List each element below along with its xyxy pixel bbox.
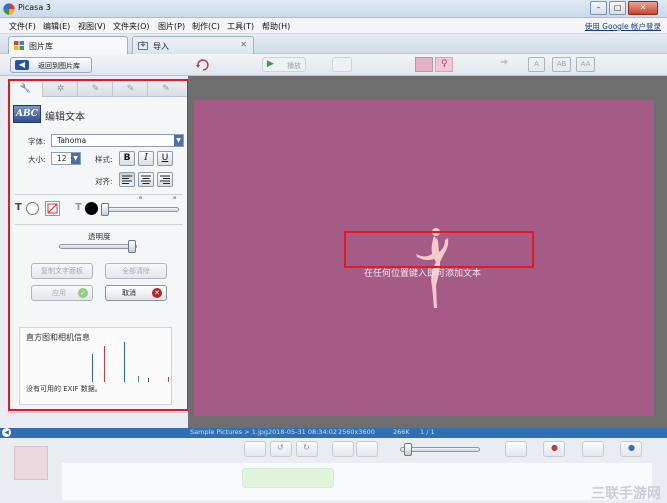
tab-import-label: 导入 [153, 42, 169, 51]
rotate-right-icon: ↻ [303, 443, 310, 452]
zoom-slider[interactable] [400, 447, 480, 452]
menu-file[interactable]: 文件(F) [9, 21, 36, 32]
menu-edit[interactable]: 编辑(E) [43, 21, 70, 32]
slideshow-button[interactable] [332, 57, 352, 72]
play-label: 播放 [287, 62, 301, 70]
back-to-library-label: 返回到图片库 [38, 62, 80, 70]
title-bar: Picasa 3 – □ ✕ [0, 0, 667, 18]
status-file: Sample Pictures > 1.jpg [190, 428, 269, 436]
tab-library-label: 图片库 [29, 42, 53, 51]
menu-tools[interactable]: 工具(T) [227, 21, 254, 32]
highlight-text-box [344, 231, 534, 268]
menu-bar: 文件(F) 编辑(E) 视图(V) 文件夹(O) 图片(P) 制作(C) 工具(… [0, 18, 667, 34]
picasa-logo-icon [3, 3, 15, 15]
tab-import[interactable]: 导入 ✕ [132, 36, 254, 54]
status-dimensions: 2560x3600 [338, 428, 375, 436]
window-title: Picasa 3 [18, 3, 51, 12]
collapse-icon[interactable]: ◀ [2, 428, 11, 437]
info-icon: ● [628, 443, 635, 452]
play-button[interactable]: ▶ 播放 [262, 57, 306, 72]
dancer-thumbnail-icon[interactable]: ♀ [435, 57, 453, 72]
play-icon: ▶ [267, 59, 274, 69]
google-sign-in-link[interactable]: 使用 Google 帐户登录 [585, 21, 661, 32]
view-single-button[interactable]: A [528, 57, 545, 72]
menu-folder[interactable]: 文件夹(O) [113, 21, 150, 32]
status-size: 266K [393, 428, 410, 436]
tray-button-6[interactable] [505, 441, 527, 457]
next-arrow-icon[interactable]: ➜ [500, 57, 508, 72]
tab-library[interactable]: 图片库 [8, 36, 128, 54]
watermark-text: 三联手游网 [591, 486, 661, 502]
menu-help[interactable]: 帮助(H) [262, 21, 290, 32]
tray-button-4[interactable] [332, 441, 354, 457]
import-icon [138, 41, 148, 50]
rotate-left-icon: ↺ [277, 443, 284, 452]
menu-create[interactable]: 制作(C) [192, 21, 220, 32]
tray-button-5[interactable] [356, 441, 378, 457]
map-pin-button[interactable]: ● [543, 441, 565, 457]
back-arrow-icon: ◀ [15, 60, 29, 70]
main-toolbar: ◀ 返回到图片库 ▶ 播放 ♀ ➜ A AB AA [0, 54, 667, 76]
maximize-button[interactable]: □ [609, 1, 626, 15]
rotate-left-button[interactable]: ↺ [270, 441, 292, 457]
tray-button-8[interactable] [582, 441, 604, 457]
tab-close-icon[interactable]: ✕ [240, 40, 247, 49]
selected-photo-thumbnail[interactable] [14, 446, 48, 480]
back-to-library-button[interactable]: ◀ 返回到图片库 [10, 57, 92, 73]
status-index: 1 / 1 [420, 428, 435, 436]
close-window-button[interactable]: ✕ [628, 1, 658, 15]
status-bar: ◀ Sample Pictures > 1.jpg 2018-05-31 08:… [0, 428, 667, 438]
rotate-right-button[interactable]: ↻ [296, 441, 318, 457]
tray-button-1[interactable] [244, 441, 266, 457]
map-pin-icon: ● [551, 443, 558, 452]
view-double-button[interactable]: AB [552, 57, 571, 72]
view-compare-button[interactable]: AA [576, 57, 595, 72]
library-icon [14, 41, 24, 50]
zoom-slider-thumb[interactable] [404, 443, 412, 456]
menu-picture[interactable]: 图片(P) [158, 21, 185, 32]
tabs-bar: 图片库 导入 ✕ [0, 34, 667, 54]
menu-view[interactable]: 视图(V) [78, 21, 106, 32]
minimize-button[interactable]: – [590, 1, 607, 15]
photo-thumbnail-icon[interactable] [415, 57, 433, 72]
highlight-panel-box [8, 79, 189, 411]
watermark-overlay [62, 463, 652, 500]
rotate-icon[interactable] [195, 57, 211, 72]
status-date: 2018-05-31 08:34:02 [268, 428, 338, 436]
info-button[interactable]: ● [620, 441, 642, 457]
